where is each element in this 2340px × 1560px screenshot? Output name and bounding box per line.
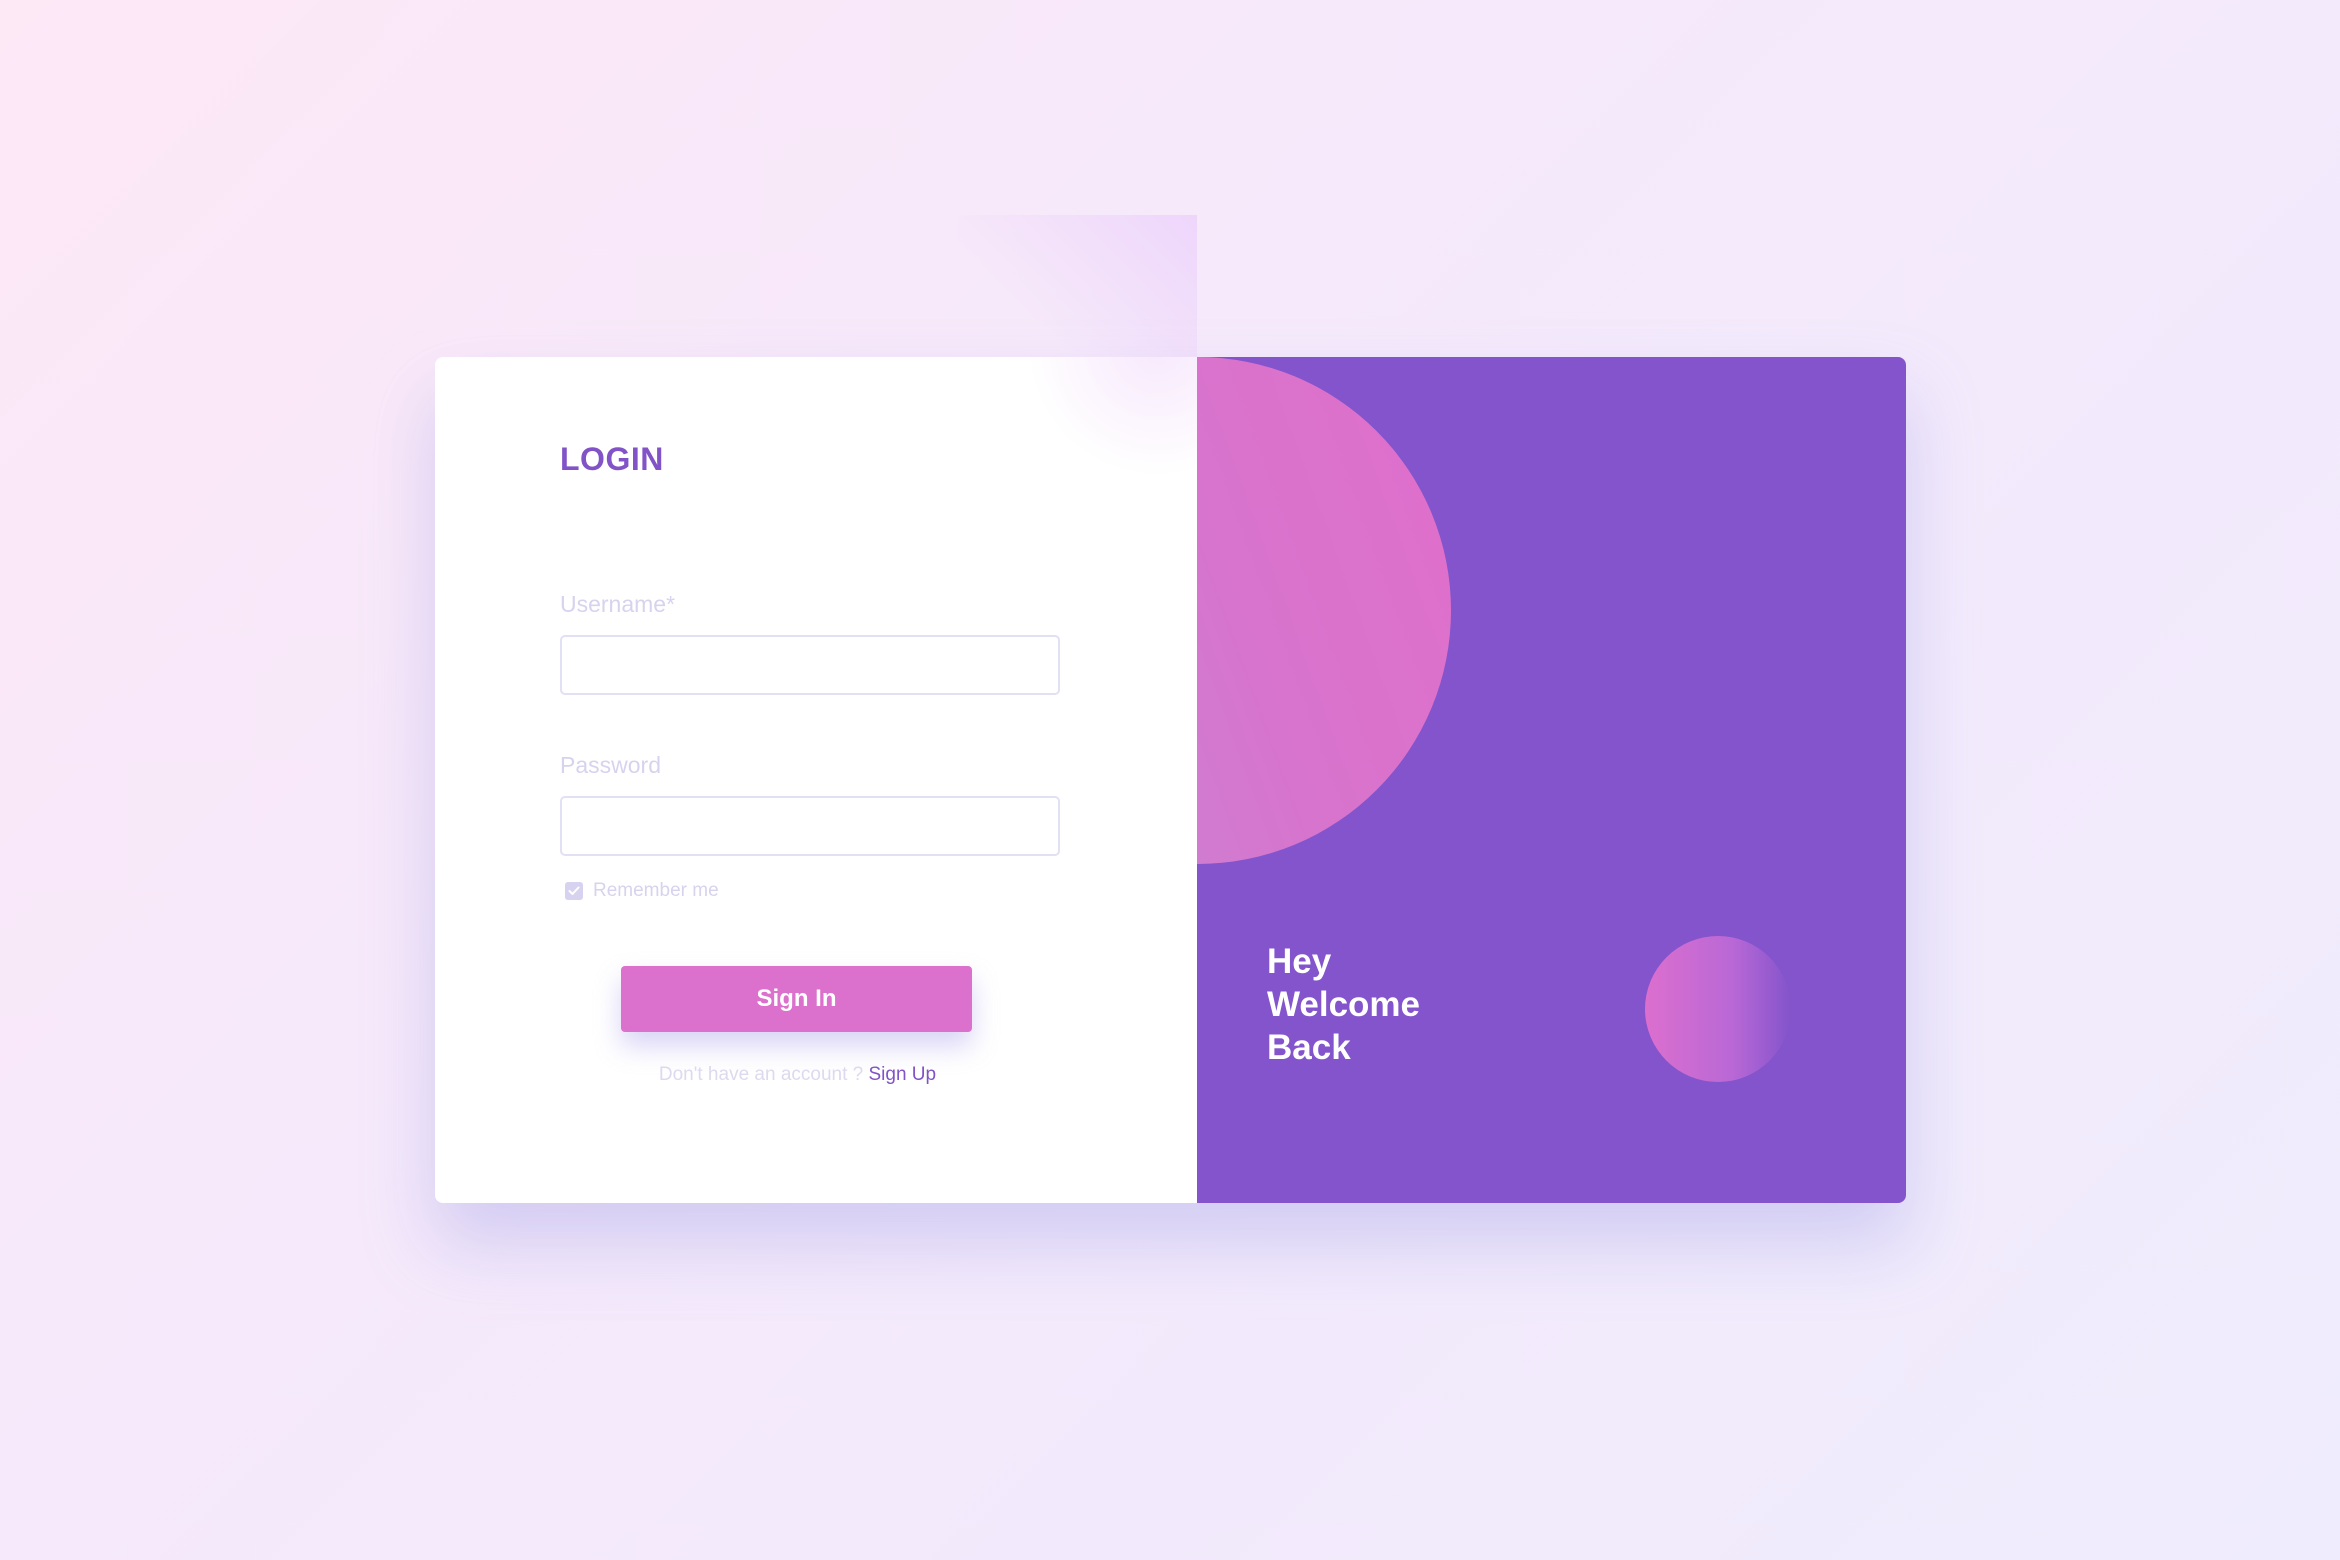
signup-prompt-text: Don't have an account ? [658, 1064, 864, 1085]
small-circle-decoration [1645, 936, 1791, 1082]
welcome-line-1: Hey [1267, 942, 1332, 981]
welcome-heading: Hey Welcome Back [1267, 940, 1420, 1069]
signup-prompt-row: Don't have an account ? Sign Up [435, 1064, 1160, 1086]
sign-up-link[interactable]: Sign Up [869, 1064, 937, 1085]
password-label: Password [560, 752, 661, 778]
remember-me-label: Remember me [593, 880, 719, 901]
password-input[interactable] [560, 796, 1060, 856]
welcome-line-3: Back [1267, 1028, 1351, 1067]
welcome-panel: Hey Welcome Back [1197, 357, 1906, 1203]
page-title: LOGIN [560, 441, 664, 477]
login-form-panel: LOGIN Username* Password Remember me Sig… [435, 357, 1197, 1203]
large-circle-decoration [1197, 357, 1451, 864]
username-input[interactable] [560, 635, 1060, 695]
remember-me-row: Remember me [565, 880, 719, 902]
checkbox-checked-icon[interactable] [565, 882, 583, 900]
glow-decoration [1027, 357, 1197, 477]
username-label: Username* [560, 591, 676, 617]
backdrop-decoration [957, 215, 1197, 357]
sign-in-button[interactable]: Sign In [621, 966, 972, 1032]
welcome-line-2: Welcome [1267, 985, 1421, 1024]
login-card: LOGIN Username* Password Remember me Sig… [435, 357, 1906, 1203]
